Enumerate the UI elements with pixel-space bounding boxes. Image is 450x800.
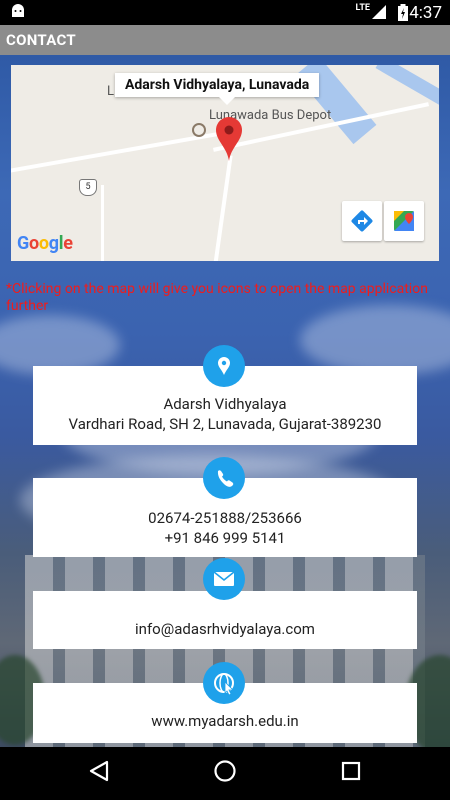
network-type: LTE	[355, 3, 370, 13]
battery-icon	[398, 4, 408, 21]
clock: 4:37	[409, 3, 442, 23]
website-icon-badge	[203, 662, 245, 704]
phone-icon-badge	[203, 457, 245, 499]
phone-landline[interactable]: 02674-251888/253666	[33, 508, 417, 528]
road	[101, 185, 104, 261]
location-marker-icon[interactable]	[216, 117, 242, 161]
river	[375, 65, 439, 129]
location-pin-icon	[218, 357, 230, 375]
phone-mobile[interactable]: +91 846 999 5141	[33, 528, 417, 548]
road	[213, 155, 233, 261]
google-logo: Google	[17, 233, 73, 254]
road	[11, 128, 240, 176]
open-maps-button[interactable]	[384, 201, 424, 241]
address-line: Vardhari Road, SH 2, Lunavada, Gujarat-3…	[68, 415, 382, 433]
email-icon-badge	[203, 558, 245, 600]
map-label-partial: L	[107, 84, 115, 99]
address-name: Adarsh Vidhyalaya	[163, 395, 287, 413]
mail-icon	[213, 571, 235, 586]
route-shield: 5	[79, 179, 97, 196]
address-icon-badge	[203, 345, 245, 387]
android-icon	[12, 4, 24, 17]
google-maps-icon	[394, 211, 414, 231]
directions-button[interactable]	[342, 201, 382, 241]
cloud	[300, 305, 450, 375]
phone-icon	[217, 470, 234, 487]
page-title: CONTACT	[6, 31, 76, 49]
recents-icon[interactable]	[341, 759, 361, 783]
navigation-bar	[0, 747, 450, 800]
back-icon[interactable]	[88, 759, 110, 783]
map-info-window[interactable]: Adarsh Vidhyalaya, Lunavada	[115, 73, 320, 105]
map-view[interactable]: L Lunawada Bus Depot Adarsh Vidhyalaya, …	[11, 65, 439, 261]
signal-icon	[372, 5, 386, 19]
directions-icon	[351, 210, 373, 232]
bus-stop-marker	[192, 123, 206, 137]
content-area: L Lunawada Bus Depot Adarsh Vidhyalaya, …	[0, 55, 450, 747]
web-icon	[214, 673, 234, 696]
map-hint-text: *Clicking on the map will give you icons…	[6, 281, 428, 314]
app-bar: CONTACT	[0, 25, 450, 55]
status-bar: LTE 4:37	[0, 0, 450, 25]
home-icon[interactable]	[213, 759, 237, 783]
